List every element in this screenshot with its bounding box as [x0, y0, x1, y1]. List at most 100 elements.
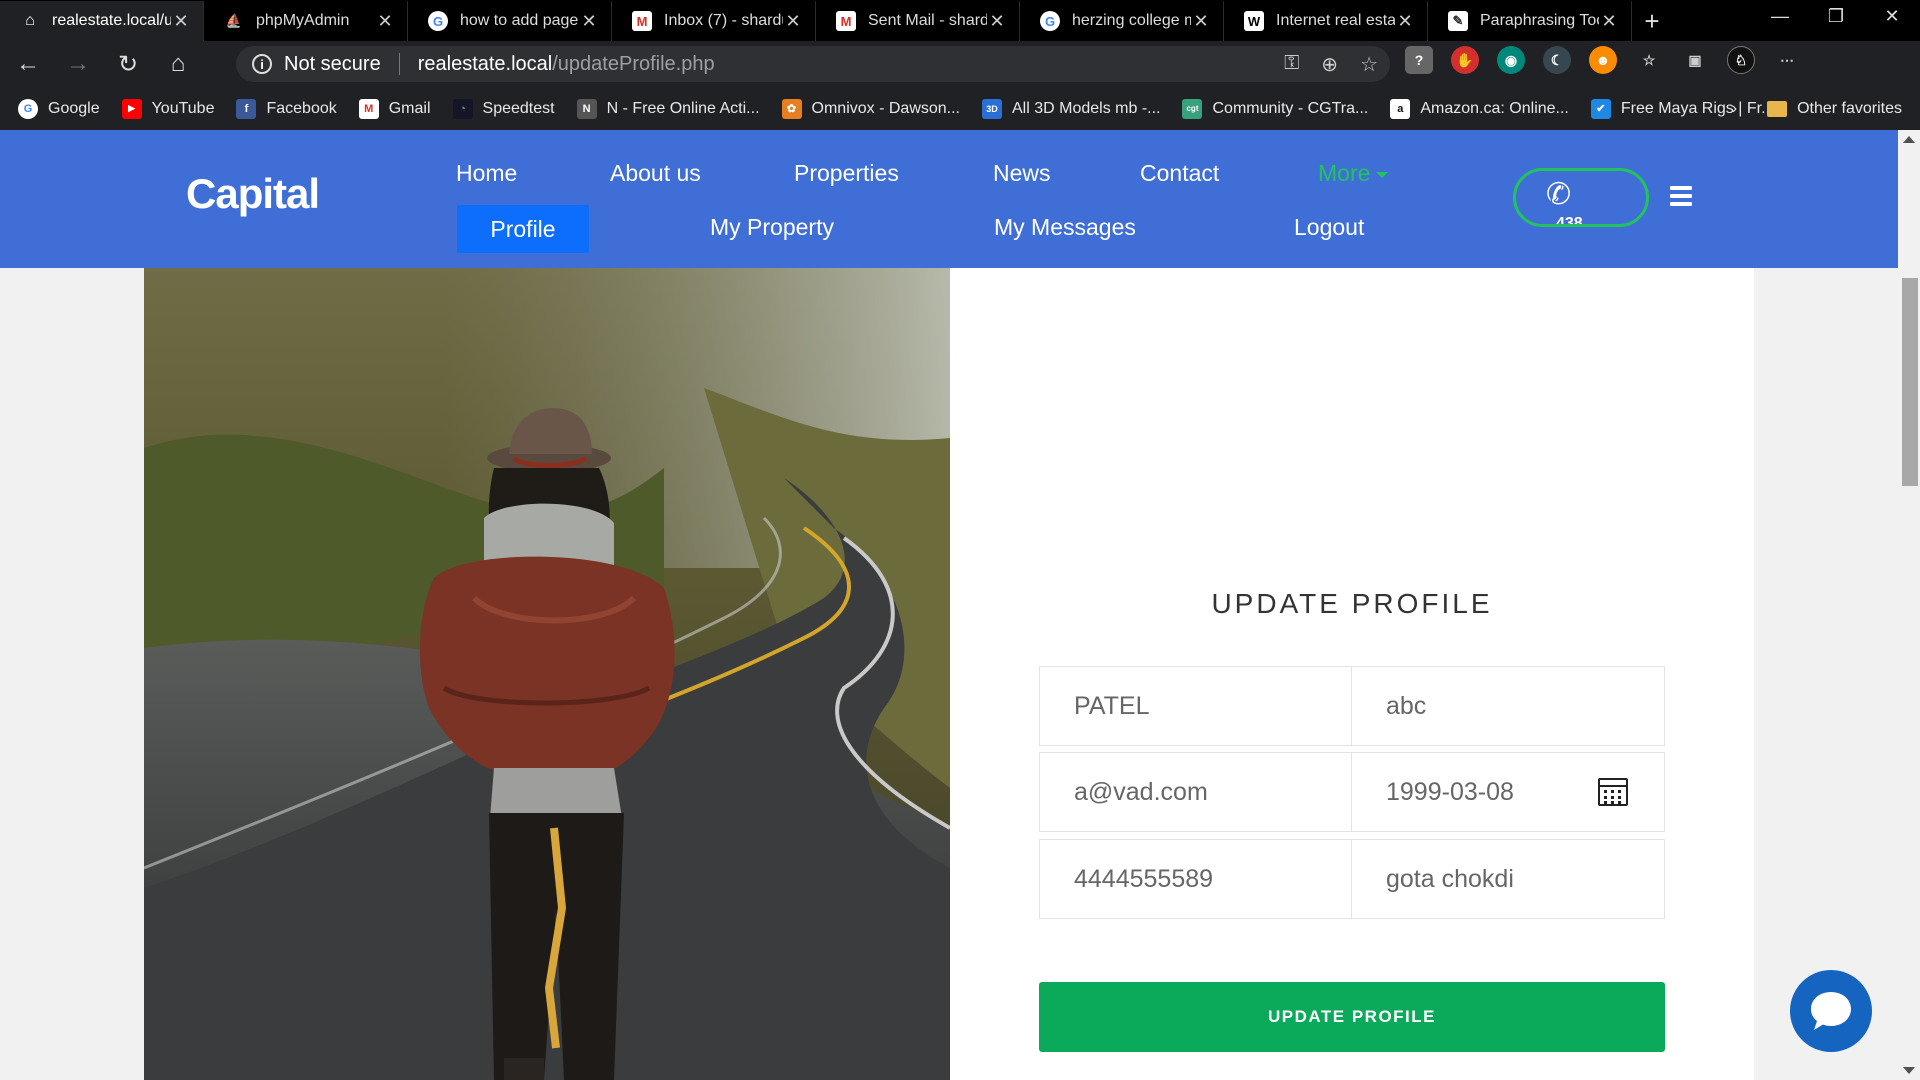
last-name-field[interactable]: PATEL [1039, 666, 1352, 746]
bookmark-3d-models[interactable]: 3D All 3D Models mb -... [982, 98, 1160, 119]
close-icon[interactable]: ✕ [579, 11, 599, 32]
phone-button[interactable]: ✆ 438 [1513, 168, 1649, 227]
bookmark-youtube[interactable]: ▶ YouTube [121, 98, 215, 119]
google-icon: G [18, 98, 38, 119]
nav-contact[interactable]: Contact [1140, 160, 1219, 187]
tab-paraphrasing[interactable]: ✎ Paraphrasing Tool ✕ [1428, 1, 1632, 41]
site-logo[interactable]: Capital [186, 170, 320, 218]
calendar-icon[interactable] [1598, 778, 1628, 806]
phpmyadmin-icon: ⛵ [225, 13, 243, 28]
bookmark-label: YouTube [151, 99, 215, 117]
close-icon[interactable]: ✕ [171, 11, 191, 32]
checkmark-icon: ✔ [1590, 98, 1611, 119]
wikipedia-icon: W [1244, 11, 1264, 31]
tab-google-herzing[interactable]: G herzing college m ✕ [1020, 1, 1224, 41]
folder-icon [1767, 100, 1788, 117]
address-field[interactable]: gota chokdi [1352, 839, 1665, 919]
close-icon[interactable]: ✕ [375, 11, 395, 32]
first-name-field[interactable]: abc [1352, 666, 1665, 746]
scroll-up-icon[interactable] [1903, 136, 1915, 143]
nav-home[interactable]: Home [456, 160, 517, 187]
form-row-names: PATEL abc [1039, 666, 1665, 746]
hamburger-menu-icon[interactable] [1670, 186, 1692, 210]
browser-tab-strip: ⌂ realestate.local/up ✕ ⛵ phpMyAdmin ✕ G… [0, 0, 1920, 41]
tab-gmail-inbox[interactable]: M Inbox (7) - shardul ✕ [612, 1, 816, 41]
gmail-icon: M [632, 11, 652, 31]
chat-bubble-icon [1811, 992, 1851, 1030]
close-icon[interactable]: ✕ [1395, 11, 1415, 32]
tab-google-search[interactable]: G how to add page r ✕ [408, 1, 612, 41]
minimize-icon[interactable]: — [1752, 0, 1808, 32]
favorites-icon[interactable]: ☆ [1635, 46, 1663, 74]
red-extension-icon[interactable]: ✋ [1451, 46, 1479, 74]
nav-logout[interactable]: Logout [1294, 214, 1364, 241]
tab-title: phpMyAdmin [256, 12, 350, 29]
phone-field[interactable]: 4444555589 [1039, 839, 1352, 919]
tab-wikipedia[interactable]: W Internet real estate ✕ [1224, 1, 1428, 41]
amazon-icon: a [1390, 98, 1411, 119]
gmail-icon: M [358, 98, 379, 119]
tab-gmail-sent[interactable]: M Sent Mail - shardu ✕ [816, 1, 1020, 41]
dob-field[interactable]: 1999-03-08 [1352, 752, 1665, 832]
speedtest-icon: ◔ [452, 98, 473, 119]
nav-profile[interactable]: Profile [457, 205, 589, 253]
3d-models-icon: 3D [982, 98, 1002, 119]
update-profile-button[interactable]: UPDATE PROFILE [1039, 982, 1665, 1052]
nav-my-property[interactable]: My Property [710, 214, 834, 241]
phone-icon: ✆ [1546, 178, 1572, 211]
nav-more-dropdown[interactable]: More [1318, 160, 1389, 187]
close-icon[interactable]: ✕ [987, 11, 1007, 32]
bookmark-cgtrader[interactable]: cgt Community - CGTra... [1182, 98, 1369, 119]
caret-down-icon [1376, 171, 1389, 178]
scrollbar-thumb[interactable] [1902, 278, 1918, 486]
chat-widget-button[interactable] [1790, 970, 1872, 1052]
address-bar[interactable]: i Not secure realestate.local/updateProf… [236, 46, 1390, 82]
bookmarks-bar: G Google ▶ YouTube f Facebook M Gmail ◔ Speed… [0, 87, 1920, 130]
bookmark-speedtest[interactable]: ◔ Speedtest [452, 98, 555, 119]
new-tab-button[interactable]: + [1632, 1, 1672, 41]
scroll-down-icon[interactable] [1903, 1067, 1915, 1074]
teal-extension-icon[interactable]: ◉ [1497, 46, 1525, 74]
close-icon[interactable]: ✕ [1599, 11, 1619, 32]
close-icon[interactable]: ✕ [783, 11, 803, 32]
bookmark-label: Amazon.ca: Online... [1420, 99, 1569, 117]
url-path: /updateProfile.php [552, 52, 715, 75]
chevron-right-icon[interactable]: › [1732, 100, 1737, 118]
bookmark-n-free[interactable]: N N - Free Online Acti... [576, 98, 760, 119]
more-menu-icon[interactable]: ⋯ [1773, 46, 1801, 74]
tab-realestate[interactable]: ⌂ realestate.local/up ✕ [0, 1, 204, 41]
tab-phpmyadmin[interactable]: ⛵ phpMyAdmin ✕ [204, 1, 408, 41]
bookmark-google[interactable]: G Google [18, 98, 100, 119]
back-icon[interactable]: ← [6, 44, 50, 84]
nav-news[interactable]: News [993, 160, 1051, 187]
restore-icon[interactable]: ❐ [1808, 0, 1864, 32]
close-window-icon[interactable]: ✕ [1864, 0, 1920, 32]
zoom-icon[interactable]: ⊕ [1321, 52, 1338, 77]
nav-my-messages[interactable]: My Messages [994, 214, 1136, 241]
google-icon: G [1040, 11, 1060, 31]
close-icon[interactable]: ✕ [1191, 11, 1211, 32]
dob-value: 1999-03-08 [1386, 777, 1514, 806]
profile-avatar-icon[interactable]: ♘ [1727, 46, 1755, 74]
collections-icon[interactable]: ▣ [1681, 46, 1709, 74]
avatar-extension-icon[interactable]: ☻ [1589, 46, 1617, 74]
refresh-icon[interactable]: ↻ [106, 44, 150, 84]
google-icon: G [428, 11, 448, 31]
home-icon[interactable]: ⌂ [156, 44, 200, 84]
nav-about[interactable]: About us [610, 160, 701, 187]
bookmark-gmail[interactable]: M Gmail [358, 98, 431, 119]
star-icon[interactable]: ☆ [1360, 52, 1378, 77]
key-icon[interactable]: ⚿ [1284, 52, 1299, 77]
bookmark-label: Community - CGTra... [1212, 99, 1369, 117]
page-scrollbar[interactable] [1898, 130, 1920, 1080]
help-extension-icon[interactable]: ? [1405, 46, 1433, 74]
forward-icon[interactable]: → [56, 44, 100, 84]
bookmark-omnivox[interactable]: ✿ Omnivox - Dawson... [781, 98, 960, 119]
info-icon[interactable]: i [252, 54, 272, 74]
bookmark-facebook[interactable]: f Facebook [236, 98, 337, 119]
other-favorites[interactable]: › Other favorites [1732, 100, 1902, 118]
moon-extension-icon[interactable]: ☾ [1543, 46, 1571, 74]
nav-properties[interactable]: Properties [794, 160, 899, 187]
bookmark-amazon[interactable]: a Amazon.ca: Online... [1390, 98, 1569, 119]
email-field[interactable]: a@vad.com [1039, 752, 1352, 832]
